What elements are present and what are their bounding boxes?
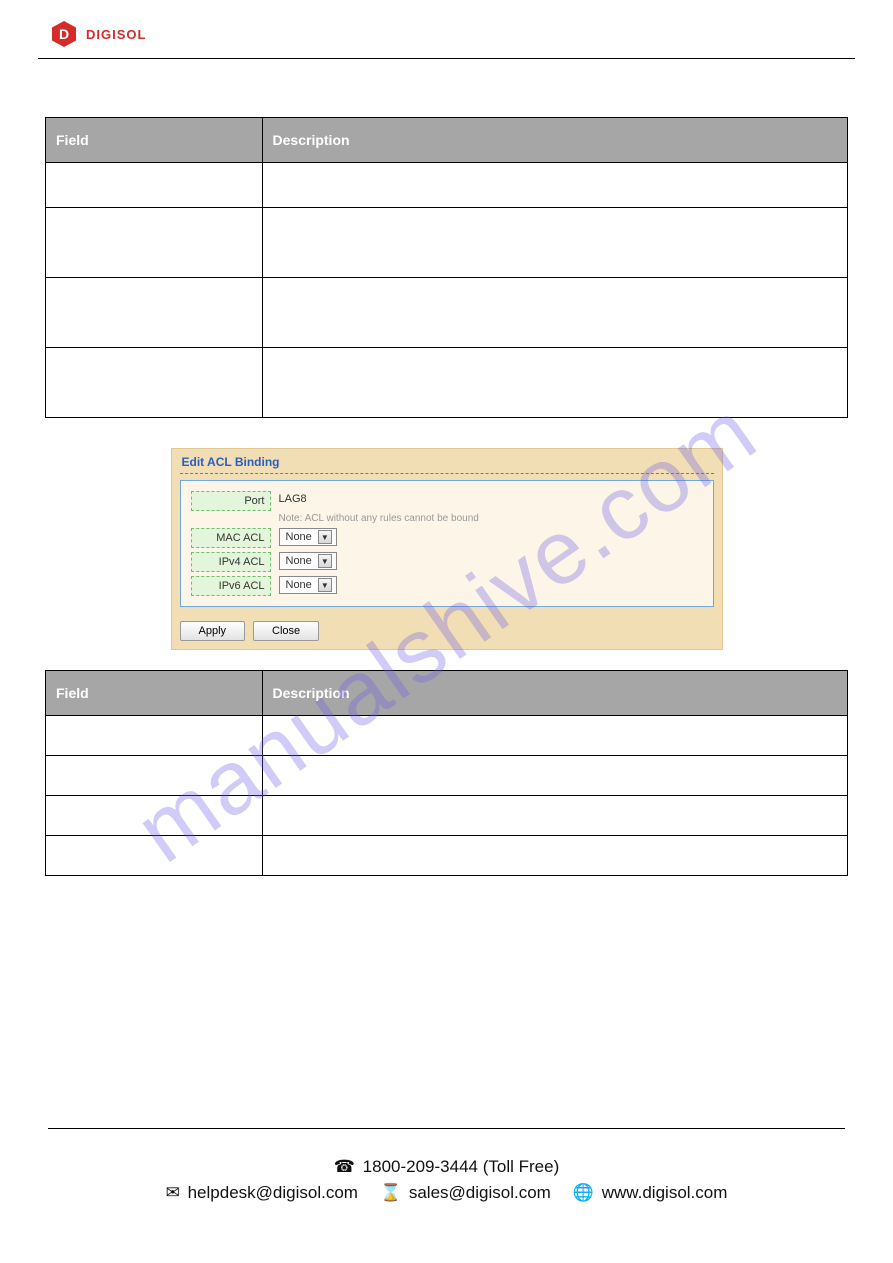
table-header: Field — [46, 671, 263, 716]
apply-button[interactable]: Apply — [180, 621, 246, 641]
intro-text: Click "Edit" button to view the Edit ACL… — [45, 79, 848, 97]
table-row: IPv4 ACL Display ipv4 ACL name that boun… — [46, 278, 848, 348]
table-header: Description — [262, 671, 847, 716]
ipv4-acl-label: IPv4 ACL — [191, 552, 271, 572]
table-header: Description — [262, 118, 847, 163]
svg-text:D: D — [59, 26, 69, 42]
table-row: Port Display port entry ID. — [46, 716, 848, 756]
ipv4-acl-select[interactable]: None ▼ — [279, 552, 337, 570]
mac-acl-label: MAC ACL — [191, 528, 271, 548]
close-button[interactable]: Close — [253, 621, 319, 641]
table-row: IPv6 ACL Display ipv6 ACL name that boun… — [46, 348, 848, 418]
email-icon: ✉ — [166, 1183, 180, 1203]
dialog-divider — [180, 473, 714, 474]
mac-acl-select[interactable]: None ▼ — [279, 528, 337, 546]
dialog-note: Note: ACL without any rules cannot be bo… — [279, 513, 479, 524]
footer-divider — [48, 1128, 845, 1129]
globe-icon: 🌐 — [573, 1183, 594, 1203]
table-row: MAC ACL Display mac ACL name that bound … — [46, 208, 848, 278]
port-value: LAG8 — [279, 491, 479, 505]
port-label: Port — [191, 491, 271, 511]
page-footer: ☎ 1800-209-3444 (Toll Free) ✉ helpdesk@d… — [0, 1128, 893, 1203]
footer-email-helpdesk: helpdesk@digisol.com — [188, 1183, 358, 1202]
edit-acl-binding-dialog: Edit ACL Binding Port LAG8 Note: ACL wit… — [171, 448, 723, 650]
dialog-title: Edit ACL Binding — [172, 449, 722, 473]
table-header: Field — [46, 118, 263, 163]
footer-email-sales: sales@digisol.com — [409, 1183, 551, 1202]
ipv6-acl-select[interactable]: None ▼ — [279, 576, 337, 594]
field-description-table-2: Field Description Port Display port entr… — [45, 670, 848, 876]
footer-phone: 1800-209-3444 (Toll Free) — [363, 1157, 560, 1176]
chevron-down-icon: ▼ — [318, 578, 332, 592]
table-row: Port Display port entry ID. — [46, 163, 848, 208]
brand-logo: D DIGISOL — [50, 20, 146, 48]
table-row: IPv4 ACL Select IPv4 ACL name from list … — [46, 796, 848, 836]
brand-name: DIGISOL — [86, 27, 146, 42]
ipv6-acl-label: IPv6 ACL — [191, 576, 271, 596]
chevron-down-icon: ▼ — [318, 530, 332, 544]
table-row: IPv6 ACL Select IPv6 ACL name from list … — [46, 836, 848, 876]
chevron-down-icon: ▼ — [318, 554, 332, 568]
logo-hex-icon: D — [50, 20, 78, 48]
phone-icon: ☎ — [334, 1157, 355, 1177]
table-row: MAC ACL Select mac ACL name from list to… — [46, 756, 848, 796]
page-header: D DIGISOL — [0, 0, 893, 58]
hourglass-icon: ⌛ — [380, 1183, 401, 1203]
footer-website: www.digisol.com — [602, 1183, 728, 1202]
field-description-table-1: Field Description Port Display port entr… — [45, 117, 848, 418]
